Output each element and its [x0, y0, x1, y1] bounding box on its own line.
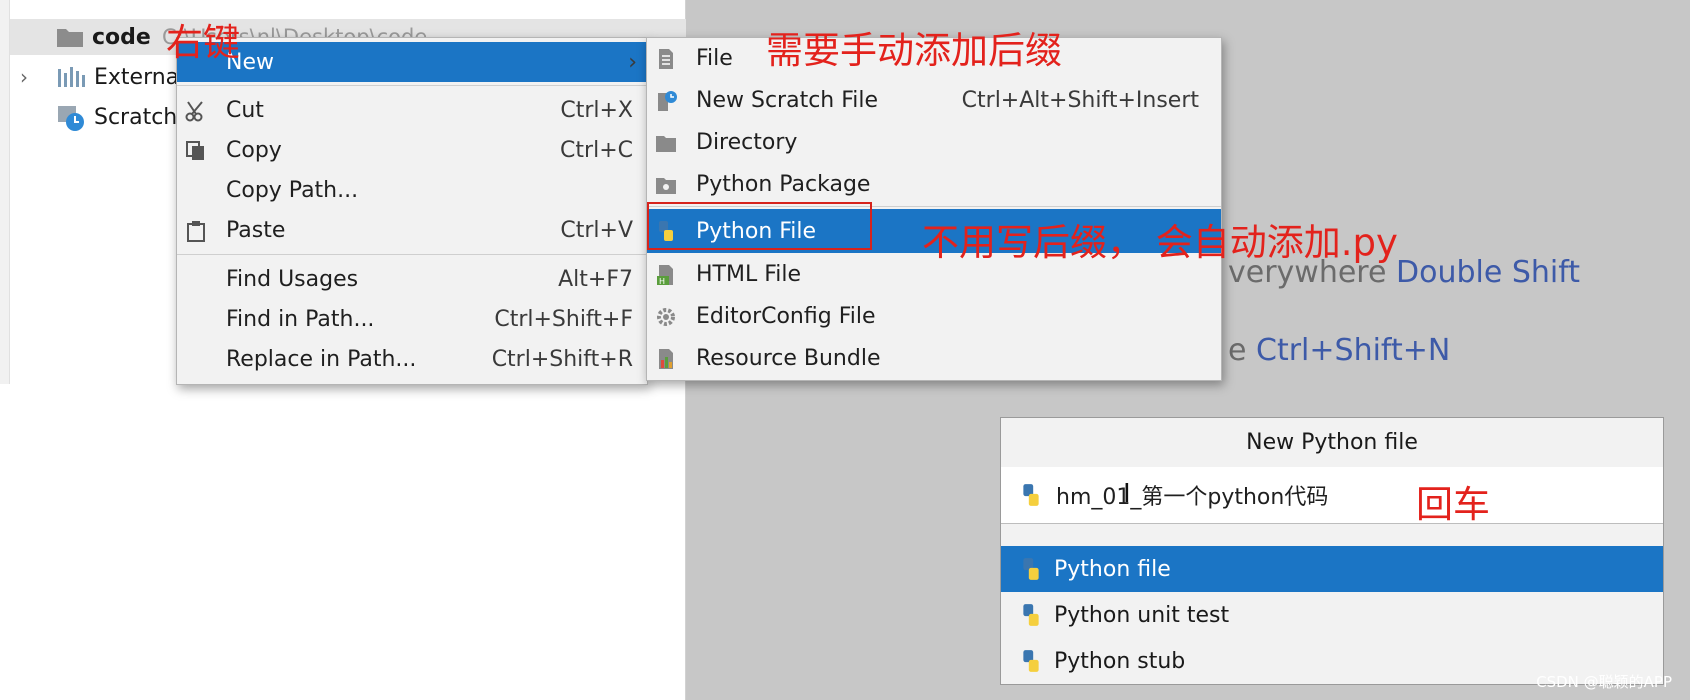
menu-item-label: Copy	[226, 137, 282, 163]
context-menu: New › Cut Ctrl+X Copy Ctrl+C Copy Path..…	[176, 37, 648, 385]
file-icon	[659, 49, 673, 69]
menu-item-label: Find in Path...	[226, 306, 375, 332]
watermark: CSDN @聪颖的APP	[1536, 673, 1672, 691]
menu-item-new-scratch-file[interactable]: New Scratch File Ctrl+Alt+Shift+Insert	[647, 80, 1221, 120]
text-cursor-icon: I	[1123, 479, 1131, 509]
hint-text: e	[1228, 333, 1247, 368]
clipboard-icon	[187, 221, 205, 242]
menu-item-replace-in-path[interactable]: Replace in Path... Ctrl+Shift+R	[177, 339, 647, 379]
bundle-icon	[659, 349, 673, 369]
option-python-file[interactable]: Python file	[1001, 546, 1663, 592]
menu-item-cut[interactable]: Cut Ctrl+X	[177, 90, 647, 130]
dialog-title: New Python file	[1001, 418, 1663, 468]
new-python-file-dialog: New Python file hm_01_第一个python代码 I Pyth…	[1000, 417, 1664, 685]
tree-item-label: Externa	[94, 64, 180, 90]
folder-icon	[57, 29, 83, 47]
goto-file-hint: e Ctrl+Shift+N	[1228, 333, 1450, 368]
menu-item-label: EditorConfig File	[696, 303, 876, 329]
menu-item-copy-path[interactable]: Copy Path...	[177, 170, 647, 210]
menu-item-paste[interactable]: Paste Ctrl+V	[177, 210, 647, 250]
option-python-unit-test[interactable]: Python unit test	[1001, 592, 1663, 638]
tool-window-strip	[0, 0, 10, 384]
copy-icon	[186, 141, 204, 160]
menu-item-label: Python Package	[696, 171, 871, 197]
filename-input[interactable]: hm_01_第一个python代码 I	[1001, 467, 1663, 524]
package-icon	[656, 178, 676, 194]
gear-icon	[657, 308, 675, 326]
python-icon	[1023, 650, 1039, 672]
menu-item-shortcut: Ctrl+C	[560, 137, 633, 163]
option-label: Python file	[1054, 556, 1171, 582]
annotation-right-click: 右键	[166, 21, 240, 64]
annotation-auto-suffix: 不用写后缀， 会自动添加.py	[922, 221, 1398, 264]
project-root-name: code	[92, 24, 151, 50]
folder-icon	[656, 136, 676, 152]
scissors-icon	[185, 101, 203, 122]
menu-item-label: Cut	[226, 97, 264, 123]
menu-item-python-package[interactable]: Python Package	[647, 164, 1221, 204]
option-label: Python stub	[1054, 648, 1186, 674]
filename-value: hm_01_第一个python代码	[1056, 485, 1329, 510]
annotation-enter: 回车	[1416, 483, 1490, 526]
menu-item-label: Find Usages	[226, 266, 359, 292]
scratch-file-icon	[658, 91, 677, 111]
option-label: Python unit test	[1054, 602, 1230, 628]
menu-item-editorconfig-file[interactable]: EditorConfig File	[647, 296, 1221, 336]
menu-item-shortcut: Ctrl+Shift+F	[494, 306, 633, 332]
annotation-manual-suffix: 需要手动添加后缀	[766, 29, 1062, 72]
hint-shortcut: Double Shift	[1395, 255, 1581, 290]
menu-item-shortcut: Alt+F7	[558, 266, 633, 292]
tree-item-label: Scratch	[94, 104, 178, 130]
menu-separator	[177, 85, 647, 86]
menu-item-directory[interactable]: Directory	[647, 122, 1221, 162]
menu-item-shortcut: Ctrl+Alt+Shift+Insert	[961, 87, 1199, 113]
menu-item-label: Paste	[226, 217, 286, 243]
menu-item-label: File	[696, 45, 733, 71]
scratches-icon	[58, 106, 84, 131]
menu-item-find-in-path[interactable]: Find in Path... Ctrl+Shift+F	[177, 299, 647, 339]
python-icon	[1023, 484, 1039, 506]
chevron-right-icon[interactable]: ›	[20, 65, 28, 89]
chevron-right-icon: ›	[628, 49, 637, 75]
html-file-icon: H	[657, 265, 673, 286]
menu-item-shortcut: Ctrl+X	[560, 97, 633, 123]
highlight-box	[647, 202, 872, 250]
menu-item-shortcut: Ctrl+V	[560, 217, 633, 243]
menu-item-label: Resource Bundle	[696, 345, 881, 371]
hint-shortcut: Ctrl+Shift+N	[1256, 333, 1451, 368]
menu-item-copy[interactable]: Copy Ctrl+C	[177, 130, 647, 170]
library-icon	[58, 67, 85, 87]
menu-item-label: Directory	[696, 129, 798, 155]
menu-item-shortcut: Ctrl+Shift+R	[491, 346, 633, 372]
menu-item-label: New Scratch File	[696, 87, 879, 113]
menu-item-find-usages[interactable]: Find Usages Alt+F7	[177, 259, 647, 299]
python-icon	[1023, 604, 1039, 626]
python-icon	[1023, 558, 1039, 580]
menu-separator	[177, 254, 647, 255]
menu-item-label: HTML File	[696, 261, 802, 287]
menu-item-resource-bundle[interactable]: Resource Bundle	[647, 338, 1221, 378]
menu-item-label: Copy Path...	[226, 177, 359, 203]
svg-text:H: H	[659, 277, 665, 286]
menu-item-new[interactable]: New ›	[177, 42, 647, 82]
menu-item-label: Replace in Path...	[226, 346, 417, 372]
